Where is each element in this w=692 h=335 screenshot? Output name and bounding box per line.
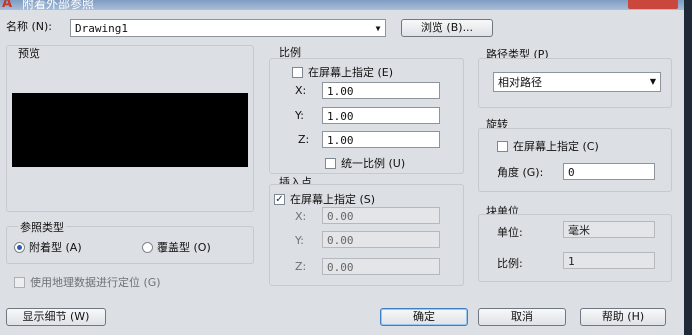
help-button[interactable]: 帮助 (H) [580,308,666,326]
insertion-y-label: Y: [295,234,304,247]
overlay-radio[interactable]: 覆盖型 (O) [142,239,211,255]
checkbox-icon[interactable] [497,140,508,152]
reference-type-title: 参照类型 [18,219,66,235]
preview-image [12,93,248,167]
uniform-scale-label: 统一比例 (U) [341,157,406,170]
insertion-specify-label: 在屏幕上指定 (S) [290,193,376,206]
close-button[interactable] [628,0,678,9]
chevron-down-icon[interactable]: ▼ [646,73,660,91]
checkbox-icon[interactable] [14,276,25,288]
factor-value: 1 [563,252,655,269]
insertion-x-label: X: [295,210,307,223]
radio-selected-icon[interactable] [14,241,25,253]
cancel-button[interactable]: 取消 [478,308,566,326]
scale-x-label: X: [295,84,307,97]
insertion-x-input[interactable]: 0.00 [322,207,440,224]
checkbox-icon[interactable] [292,66,303,78]
scale-specify-label: 在屏幕上指定 (E) [308,66,394,79]
insertion-y-input[interactable]: 0.00 [322,231,440,248]
autocad-logo-icon: A [2,0,13,10]
attachment-label: 附着型 (A) [29,241,82,254]
overlay-label: 覆盖型 (O) [157,241,211,254]
name-combobox[interactable]: Drawing1 ▼ [70,19,386,37]
scale-y-label: Y: [295,109,304,122]
uniform-scale-checkbox[interactable]: 统一比例 (U) [325,155,405,171]
rotation-specify-label: 在屏幕上指定 (C) [513,140,599,153]
path-type-value: 相对路径 [498,76,542,89]
name-label: 名称 (N): [6,20,53,33]
scale-z-input[interactable]: 1.00 [322,131,440,148]
scale-specify-checkbox[interactable]: 在屏幕上指定 (E) [292,64,393,80]
factor-label: 比例: [497,257,523,270]
checkbox-icon[interactable] [325,157,336,169]
preview-title: 预览 [18,47,40,60]
scale-z-label: Z: [298,133,310,146]
window-edge [684,0,692,335]
geo-checkbox[interactable]: 使用地理数据进行定位 (G) [14,274,161,290]
scale-y-input[interactable]: 1.00 [322,107,440,124]
ok-button[interactable]: 确定 [380,308,468,326]
path-type-select[interactable]: 相对路径 ▼ [493,72,661,92]
insertion-specify-checkbox[interactable]: ✓ 在屏幕上指定 (S) [274,191,375,207]
checkmark-icon[interactable]: ✓ [274,193,285,205]
rotation-specify-checkbox[interactable]: 在屏幕上指定 (C) [497,138,599,154]
radio-icon[interactable] [142,241,153,253]
insertion-z-label: Z: [295,260,307,273]
insertion-z-input[interactable]: 0.00 [322,258,440,275]
browse-button[interactable]: 浏览 (B)... [401,19,493,37]
angle-input[interactable]: 0 [563,163,655,180]
attachment-radio[interactable]: 附着型 (A) [14,239,82,255]
chevron-down-icon[interactable]: ▼ [371,20,385,36]
unit-label: 单位: [497,226,523,239]
title-bar: A 附着外部参照 [0,0,692,10]
name-value: Drawing1 [75,22,128,35]
scale-x-input[interactable]: 1.00 [322,82,440,99]
angle-label: 角度 (G): [497,166,544,179]
unit-value: 毫米 [563,221,655,238]
geo-label: 使用地理数据进行定位 (G) [30,276,161,289]
window-title: 附着外部参照 [22,0,95,10]
show-details-button[interactable]: 显示细节 (W) [6,308,106,326]
